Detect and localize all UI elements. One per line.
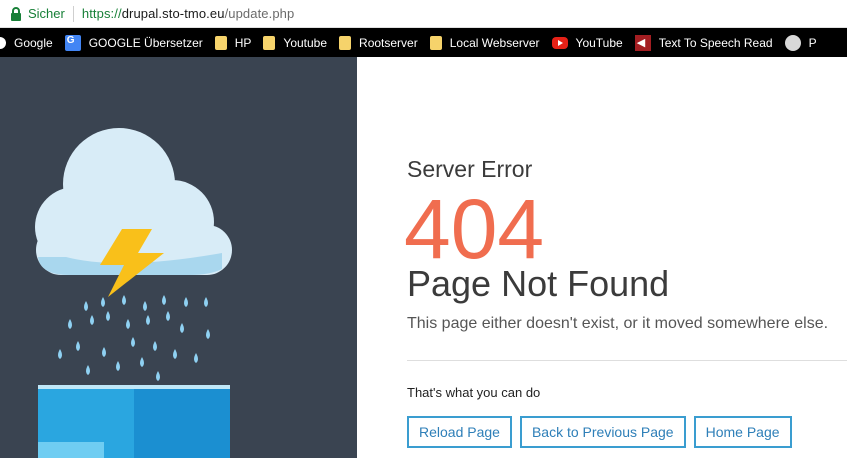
bookmark-rootserver[interactable]: Rootserver — [339, 28, 418, 57]
back-button[interactable]: Back to Previous Page — [519, 416, 686, 448]
url-path: /update.php — [224, 6, 295, 21]
bookmark-label: GOOGLE Übersetzer — [88, 35, 203, 50]
secure-label: Sicher — [28, 6, 65, 21]
address-bar[interactable]: Sicher https://drupal.sto-tmo.eu/update.… — [0, 0, 847, 28]
bookmark-translate[interactable]: GOOGLE Übersetzer — [64, 28, 203, 57]
bookmark-text-to-speech[interactable]: Text To Speech Read — [634, 28, 773, 57]
bookmark-extension[interactable]: P — [784, 28, 817, 57]
url-host: drupal.sto-tmo.eu — [121, 6, 225, 21]
extension-icon — [784, 34, 801, 51]
bookmarks-bar: Google GOOGLE Übersetzer HP Youtube Root… — [0, 28, 847, 57]
rain-drops — [58, 295, 210, 381]
storm-cloud-illustration — [35, 128, 232, 458]
bookmark-label: Text To Speech Read — [658, 35, 773, 50]
google-icon — [0, 36, 6, 49]
bookmark-label: Rootserver — [359, 35, 418, 50]
bookmark-local-webserver[interactable]: Local Webserver — [429, 28, 540, 57]
error-code: 404 — [404, 182, 545, 276]
speaker-icon — [634, 34, 651, 51]
folder-icon — [263, 35, 276, 50]
bookmark-label: Google — [14, 35, 53, 50]
folder-icon — [339, 35, 352, 50]
youtube-icon — [551, 36, 568, 49]
home-page-button[interactable]: Home Page — [693, 416, 792, 448]
water-block — [38, 385, 230, 458]
bookmark-label: P — [808, 35, 817, 50]
divider — [407, 360, 847, 361]
bookmark-youtube-folder[interactable]: Youtube — [263, 28, 327, 57]
bookmark-hp[interactable]: HP — [214, 28, 252, 57]
error-description: This page either doesn't exist, or it mo… — [407, 315, 829, 332]
bookmark-label: YouTube — [575, 35, 623, 50]
page-title: Page Not Found — [407, 263, 670, 304]
address-separator — [72, 5, 74, 22]
bookmark-label: Local Webserver — [449, 35, 540, 50]
translate-icon — [64, 34, 81, 51]
bookmark-google[interactable]: Google — [0, 28, 53, 57]
illustration-panel — [0, 57, 357, 458]
actions-title: That's what you can do — [407, 385, 541, 400]
folder-icon — [429, 35, 442, 50]
error-eyebrow: Server Error — [407, 156, 533, 182]
reload-page-button[interactable]: Reload Page — [407, 416, 512, 448]
url-protocol: https:// — [81, 6, 122, 21]
folder-icon — [214, 35, 227, 50]
bookmark-label: HP — [234, 35, 252, 50]
action-buttons: Reload Page Back to Previous Page Home P… — [407, 416, 792, 448]
lock-icon — [10, 6, 22, 21]
bookmark-youtube[interactable]: YouTube — [551, 28, 623, 57]
bookmark-label: Youtube — [283, 35, 328, 50]
url-text[interactable]: https://drupal.sto-tmo.eu/update.php — [82, 6, 294, 21]
error-content: Server Error 404 Page Not Found This pag… — [404, 57, 847, 458]
